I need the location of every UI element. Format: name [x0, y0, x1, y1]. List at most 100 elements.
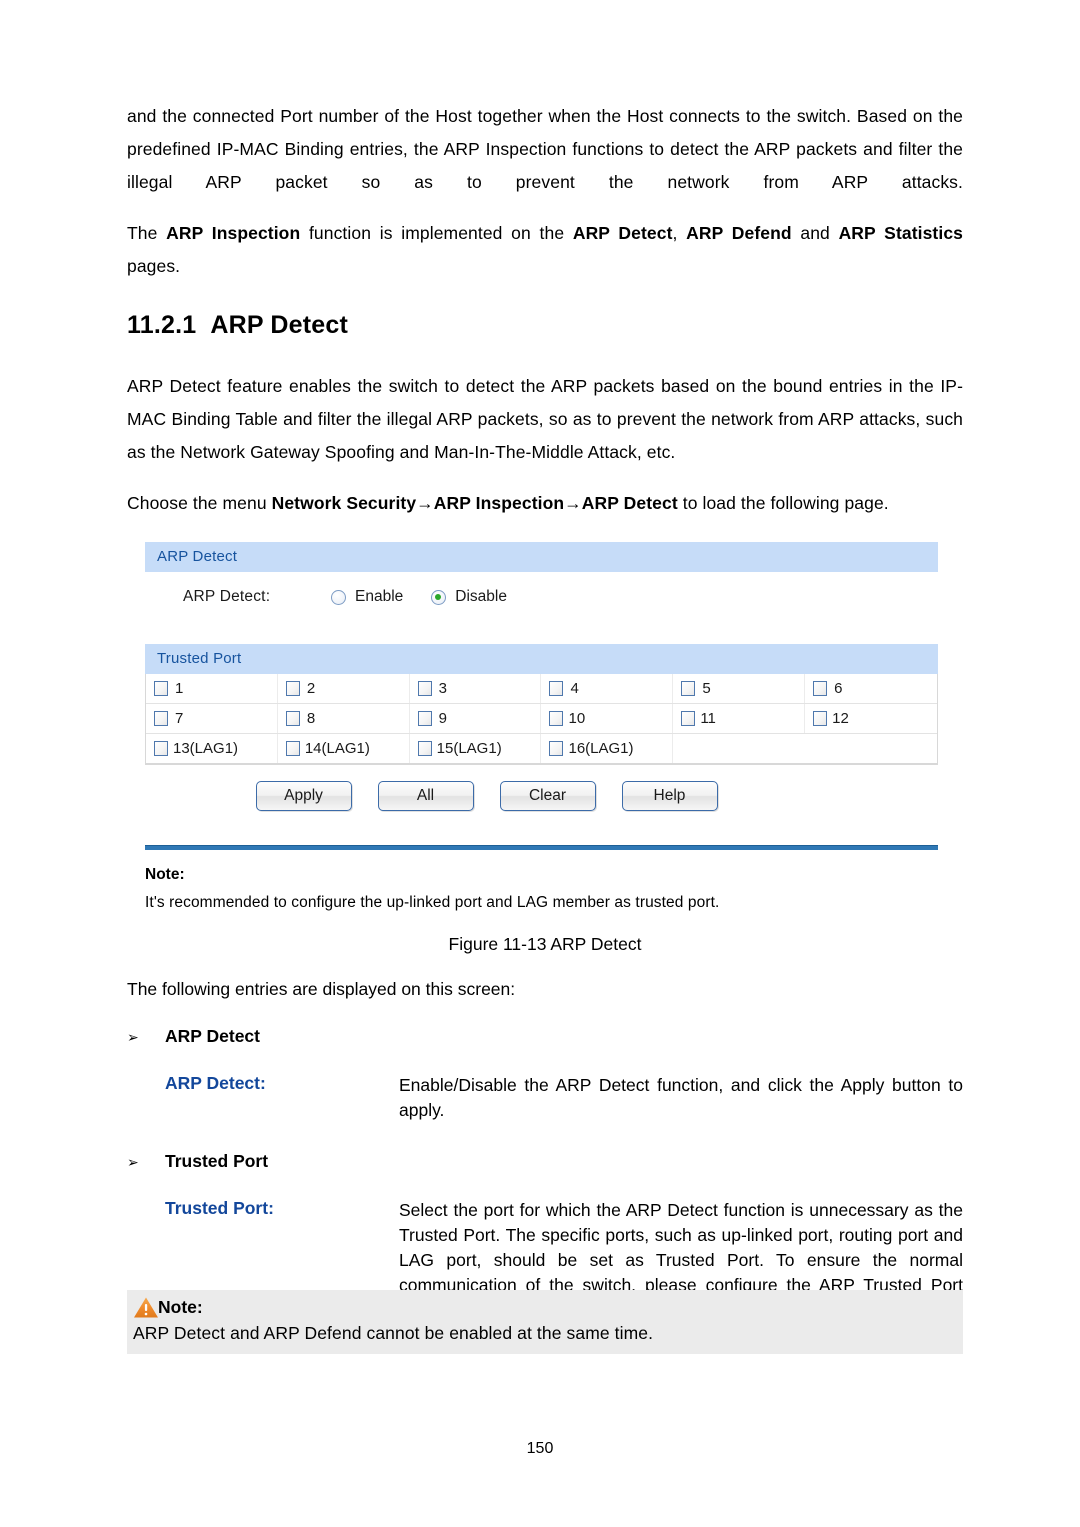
- port-checkbox-12[interactable]: 12: [805, 704, 937, 733]
- port-checkbox-11[interactable]: 11: [673, 704, 806, 733]
- intro2-comma: ,: [672, 223, 687, 243]
- checkbox-icon[interactable]: [813, 711, 828, 726]
- port-label: 10: [568, 710, 586, 727]
- checkbox-icon[interactable]: [154, 681, 168, 696]
- warning-triangle-icon: [134, 1297, 158, 1318]
- radio-disable-label: Disable: [455, 588, 507, 605]
- note-callout-box: Note: ARP Detect and ARP Defend cannot b…: [127, 1290, 963, 1354]
- port-cell-empty: [805, 734, 937, 763]
- port-checkbox-7[interactable]: 7: [146, 704, 278, 733]
- checkbox-icon[interactable]: [285, 711, 300, 726]
- intro2-pre: The: [127, 223, 167, 243]
- port-checkbox-6[interactable]: 6: [805, 674, 937, 703]
- switch-ui-panel: ARP Detect ARP Detect: Enable Disable Tr…: [145, 542, 938, 912]
- intro2-bold-arp-inspection: ARP Inspection: [166, 223, 301, 243]
- port-checkbox-9[interactable]: 9: [410, 704, 542, 733]
- intro2-mid: function is implemented on the: [300, 223, 573, 243]
- port-label: 13(LAG1): [173, 740, 239, 757]
- intro2-bold-arp-statistics: ARP Statistics: [838, 223, 963, 243]
- checkbox-icon[interactable]: [285, 741, 300, 756]
- port-checkbox-10[interactable]: 10: [541, 704, 674, 733]
- arp-detect-field-label: ARP Detect:: [183, 588, 271, 605]
- definition-description: Enable/Disable the ARP Detect function, …: [399, 1075, 963, 1120]
- entry-group-label: ARP Detect: [165, 1026, 260, 1046]
- paragraph-intro-2: The ARP Inspection function is implement…: [127, 217, 963, 283]
- help-button[interactable]: Help: [621, 781, 718, 811]
- apply-button[interactable]: Apply: [255, 781, 352, 811]
- page-title: 11.2.1 ARP Detect: [127, 311, 963, 340]
- section-number: 11.2.1: [127, 311, 197, 339]
- checkbox-icon[interactable]: [549, 741, 564, 756]
- port-checkbox-4[interactable]: 4: [541, 674, 674, 703]
- figure-arp-detect-screenshot: ARP Detect ARP Detect: Enable Disable Tr…: [145, 542, 938, 912]
- checkbox-icon[interactable]: [549, 681, 564, 696]
- port-label: 6: [834, 680, 843, 697]
- ui-note-divider: [145, 845, 938, 850]
- table-row: 13(LAG1) 14(LAG1) 15(LAG1) 16(LAG1): [146, 734, 937, 764]
- entries-lead-line: The following entries are displayed on t…: [127, 979, 516, 999]
- port-label: 15(LAG1): [436, 740, 502, 757]
- checkbox-icon[interactable]: [285, 681, 300, 696]
- bullet-arrow-icon: ➢: [127, 1154, 139, 1170]
- paragraph-choose-menu: Choose the menu Network Security→ARP Ins…: [127, 487, 963, 520]
- checkbox-icon[interactable]: [154, 711, 168, 726]
- port-label: 16(LAG1): [568, 740, 634, 757]
- checkbox-icon[interactable]: [549, 711, 564, 726]
- ui-note-title: Note:: [145, 866, 185, 883]
- port-label: 3: [438, 680, 447, 697]
- radio-option-disable[interactable]: Disable: [431, 588, 507, 606]
- port-checkbox-15[interactable]: 15(LAG1): [410, 734, 542, 763]
- radio-option-enable[interactable]: Enable: [331, 588, 403, 606]
- note-callout-text: ARP Detect and ARP Defend cannot be enab…: [133, 1323, 654, 1343]
- table-row: 1 2 3 4 5 6: [146, 674, 937, 704]
- section-title: ARP Detect: [210, 311, 349, 339]
- port-checkbox-8[interactable]: 8: [278, 704, 410, 733]
- page-content: and the connected Port number of the Hos…: [127, 100, 963, 1351]
- choose-post: to load the following page.: [677, 493, 889, 513]
- intro2-and: and: [791, 223, 839, 243]
- trusted-port-section-header: Trusted Port: [145, 644, 938, 674]
- checkbox-icon[interactable]: [681, 711, 696, 726]
- ui-note-text: It's recommended to configure the up-lin…: [145, 894, 720, 911]
- port-label: 1: [175, 680, 184, 697]
- radio-disable-icon[interactable]: [431, 589, 447, 605]
- clear-button[interactable]: Clear: [499, 781, 596, 811]
- note-callout-title: Note:: [158, 1297, 203, 1317]
- definition-term: ARP Detect:: [165, 1073, 266, 1093]
- port-label: 7: [175, 710, 184, 727]
- menu-path: Network Security→ARP Inspection→ARP Dete…: [271, 493, 678, 513]
- button-row: Apply All Clear Help: [145, 765, 938, 845]
- document-page: and the connected Port number of the Hos…: [0, 0, 1080, 1527]
- port-cell-empty: [673, 734, 805, 763]
- port-label: 5: [702, 680, 711, 697]
- intro2-bold-arp-detect: ARP Detect: [572, 223, 673, 243]
- checkbox-icon[interactable]: [813, 681, 828, 696]
- arp-detect-radio-group[interactable]: Enable Disable: [331, 588, 535, 606]
- all-button[interactable]: All: [377, 781, 474, 811]
- checkbox-icon[interactable]: [681, 681, 696, 696]
- arp-detect-field-row: ARP Detect: Enable Disable: [145, 572, 938, 644]
- port-checkbox-5[interactable]: 5: [673, 674, 806, 703]
- checkbox-icon[interactable]: [417, 741, 432, 756]
- port-label: 11: [700, 710, 716, 727]
- trusted-port-grid: 1 2 3 4 5 6 7 8 9 10 11 12 13(LAG1) 14(L…: [145, 674, 938, 765]
- port-checkbox-13[interactable]: 13(LAG1): [146, 734, 278, 763]
- port-label: 14(LAG1): [304, 740, 370, 757]
- port-checkbox-16[interactable]: 16(LAG1): [541, 734, 674, 763]
- port-checkbox-1[interactable]: 1: [146, 674, 278, 703]
- entry-group-heading-trusted-port: ➢ Trusted Port: [127, 1151, 963, 1172]
- checkbox-icon[interactable]: [417, 711, 432, 726]
- table-row: 7 8 9 10 11 12: [146, 704, 937, 734]
- radio-enable-icon[interactable]: [331, 589, 346, 605]
- port-checkbox-14[interactable]: 14(LAG1): [278, 734, 410, 763]
- port-checkbox-3[interactable]: 3: [410, 674, 542, 703]
- definition-row-arp-detect: ARP Detect: Enable/Disable the ARP Detec…: [127, 1073, 963, 1123]
- intro2-bold-arp-defend: ARP Defend: [686, 223, 792, 243]
- entry-group-label: Trusted Port: [165, 1151, 269, 1171]
- port-label: 4: [570, 680, 579, 697]
- port-checkbox-2[interactable]: 2: [278, 674, 410, 703]
- checkbox-icon[interactable]: [417, 681, 432, 696]
- entry-group-heading-arp-detect: ➢ ARP Detect: [127, 1026, 963, 1047]
- port-label: 9: [438, 710, 447, 727]
- checkbox-icon[interactable]: [154, 741, 168, 756]
